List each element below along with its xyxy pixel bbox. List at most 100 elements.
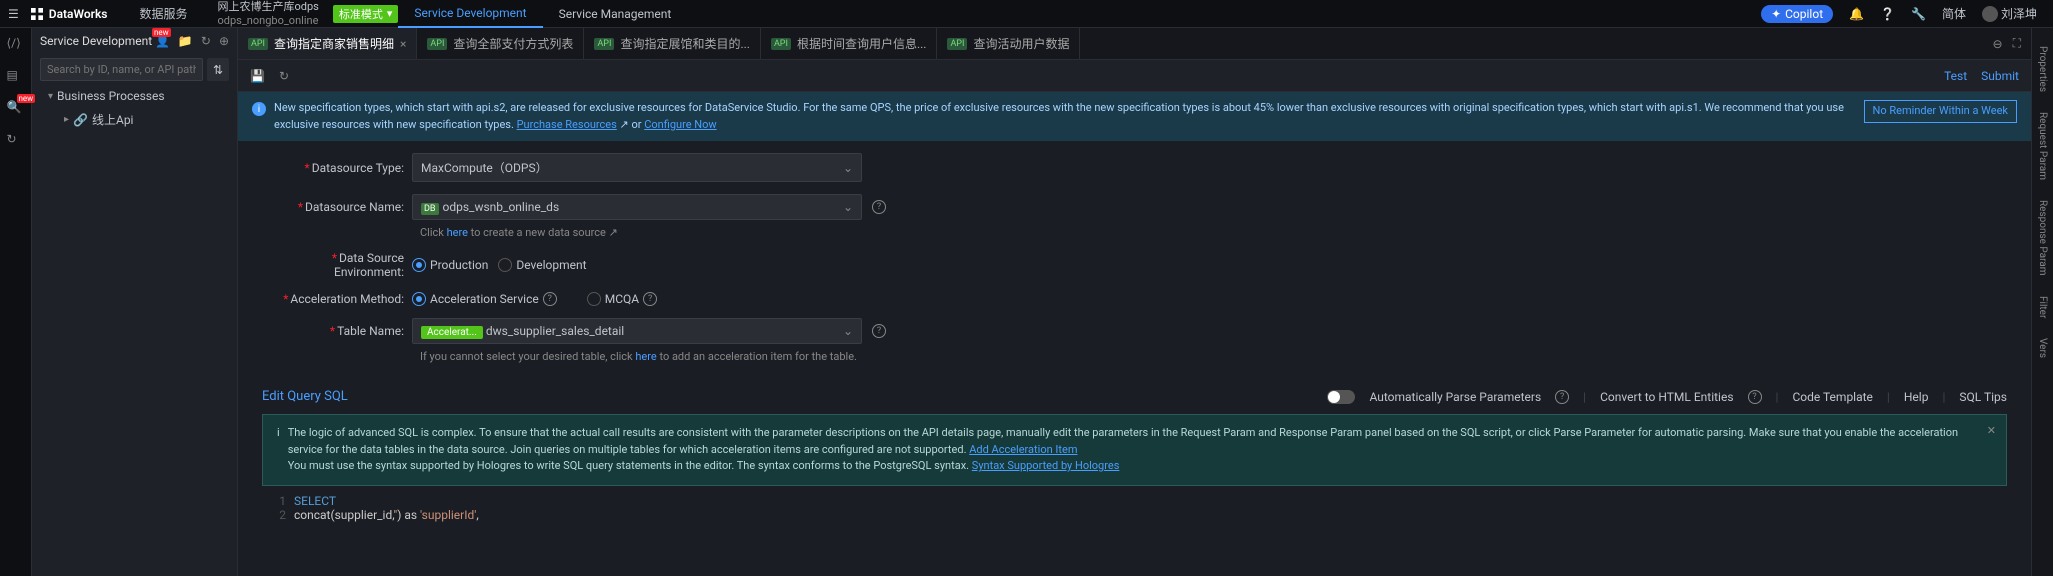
close-icon[interactable]: ✕ bbox=[1987, 423, 1996, 440]
tab-item[interactable]: API查询指定商家销售明细× bbox=[238, 28, 417, 59]
radio-acc-service[interactable]: Acceleration Service ? bbox=[412, 292, 557, 306]
copilot-button[interactable]: ✦ Copilot bbox=[1753, 5, 1841, 23]
rail-api-icon[interactable]: ⟨/⟩ bbox=[7, 36, 25, 54]
rail-list-icon[interactable]: ▤ bbox=[7, 68, 25, 86]
filter-icon[interactable]: ⇅ bbox=[207, 58, 229, 81]
no-reminder-button[interactable]: No Reminder Within a Week bbox=[1864, 100, 2017, 123]
sql-text: ) as bbox=[397, 508, 420, 522]
sidebar-search-input[interactable] bbox=[40, 58, 203, 81]
help-icon[interactable]: ? bbox=[543, 292, 557, 306]
auto-parse-toggle[interactable] bbox=[1327, 390, 1355, 404]
edit-sql-title: Edit Query SQL bbox=[262, 389, 348, 404]
radio-production[interactable]: Production bbox=[412, 258, 488, 272]
tbl-select[interactable]: Accelerat... dws_supplier_sales_detail⌄ bbox=[412, 318, 862, 344]
banner-message: New specification types, which start wit… bbox=[274, 100, 1856, 133]
add-acc-link[interactable]: here bbox=[635, 350, 656, 363]
help-icon[interactable]: ? bbox=[872, 324, 886, 338]
configure-link[interactable]: Configure Now bbox=[644, 118, 716, 131]
tbl-label: *Table Name: bbox=[262, 324, 412, 338]
ds-type-select[interactable]: MaxCompute（ODPS）⌄ bbox=[412, 153, 862, 182]
help-icon[interactable]: ? bbox=[872, 200, 886, 214]
rtab-request-param[interactable]: Request Param bbox=[2037, 104, 2048, 188]
test-link[interactable]: Test bbox=[1944, 69, 1967, 83]
locate-icon[interactable]: ⊕ bbox=[219, 34, 229, 48]
tab-minimize-icon[interactable]: ⊖ bbox=[1993, 37, 2003, 51]
tab-item[interactable]: API查询活动用户数据 bbox=[937, 28, 1080, 59]
tab-item[interactable]: API查询全部支付方式列表 bbox=[417, 28, 584, 59]
help-icon[interactable]: ? bbox=[1748, 390, 1762, 404]
ds-type-label: *Datasource Type: bbox=[262, 161, 412, 175]
project-selector[interactable]: 网上农博生产库odps odps_nongbo_online bbox=[204, 0, 333, 26]
tab-expand-icon[interactable]: ⛶ bbox=[2013, 36, 2021, 51]
refresh-icon[interactable]: ↻ bbox=[201, 34, 211, 48]
sql-string: 'supplierId' bbox=[420, 508, 476, 522]
tree-child-label: 线上Api bbox=[92, 111, 134, 128]
html-ent-label[interactable]: Convert to HTML Entities bbox=[1600, 390, 1733, 404]
tree-root-label: Business Processes bbox=[57, 89, 165, 103]
user-menu[interactable]: 刘泽坤 bbox=[1974, 5, 2045, 22]
syntax-link[interactable]: Syntax Supported by Hologres bbox=[972, 459, 1120, 472]
menu-icon[interactable]: ☰ bbox=[8, 7, 19, 21]
purchase-link[interactable]: Purchase Resources bbox=[517, 118, 617, 131]
new-badge: new bbox=[152, 28, 171, 37]
rtab-filter[interactable]: Filter bbox=[2037, 288, 2048, 326]
help-icon[interactable]: ? bbox=[643, 292, 657, 306]
ds-name-value: odps_wsnb_online_ds bbox=[443, 200, 560, 214]
db-icon: DB bbox=[421, 203, 439, 215]
project-code: odps_nongbo_online bbox=[218, 14, 319, 27]
tab-item[interactable]: API查询指定展馆和类目的... bbox=[584, 28, 761, 59]
lang-switch[interactable]: 简体 bbox=[1934, 5, 1974, 22]
help-link[interactable]: Help bbox=[1904, 390, 1929, 404]
ds-type-value: MaxCompute（ODPS） bbox=[421, 159, 548, 176]
rtab-properties[interactable]: Properties bbox=[2037, 38, 2048, 100]
rtab-response-param[interactable]: Response Param bbox=[2037, 192, 2048, 284]
add-acc-item-link[interactable]: Add Acceleration Item bbox=[969, 443, 1077, 456]
sql-editor[interactable]: 1SELECT 2 concat(supplier_id,'') as 'sup… bbox=[262, 494, 2007, 522]
tree-root-business[interactable]: ▾Business Processes bbox=[32, 85, 237, 107]
rtab-version[interactable]: Vers bbox=[2037, 330, 2048, 366]
env-mode-tag[interactable]: 标准模式 bbox=[333, 5, 399, 23]
tree-node-online-api[interactable]: ▸🔗 线上Api bbox=[32, 107, 237, 132]
ds-name-label: *Datasource Name: bbox=[262, 200, 412, 214]
brand-name: DataWorks bbox=[49, 7, 108, 21]
add-folder-icon[interactable]: 📁 bbox=[178, 34, 193, 48]
reload-icon[interactable]: ↻ bbox=[279, 69, 289, 83]
nav-service-mgmt[interactable]: Service Management bbox=[543, 0, 688, 28]
rail-history-icon[interactable]: ↻ bbox=[7, 132, 25, 150]
close-icon[interactable]: × bbox=[400, 37, 406, 51]
radio-mcqa-label: MCQA bbox=[605, 292, 639, 306]
ds-hint: Click here to create a new data source ↗ bbox=[420, 226, 2007, 239]
radio-development[interactable]: Development bbox=[498, 258, 586, 272]
tab-label: 根据时间查询用户信息... bbox=[797, 35, 927, 52]
tab-item[interactable]: API 根据时间查询用户信息... bbox=[761, 28, 938, 59]
nav-data-service[interactable]: 数据服务 bbox=[123, 0, 203, 28]
sql-tips-link[interactable]: SQL Tips bbox=[1959, 390, 2007, 404]
save-icon[interactable]: 💾 bbox=[250, 69, 265, 83]
code-tpl-link[interactable]: Code Template bbox=[1792, 390, 1872, 404]
help-icon[interactable]: ? bbox=[1555, 390, 1569, 404]
avatar bbox=[1982, 6, 1998, 22]
sql-keyword: SELECT bbox=[294, 494, 336, 508]
brand-logo[interactable]: DataWorks bbox=[29, 6, 108, 22]
tools-icon[interactable]: 🔧 bbox=[1903, 7, 1934, 21]
acc-label: *Acceleration Method: bbox=[262, 292, 412, 306]
sidebar-title: Service Development bbox=[40, 34, 152, 48]
tbl-hint: If you cannot select your desired table,… bbox=[420, 350, 2007, 363]
tab-label: 查询活动用户数据 bbox=[973, 35, 1069, 52]
project-name: 网上农博生产库odps bbox=[218, 0, 319, 13]
bell-icon[interactable]: 🔔 bbox=[1841, 7, 1872, 21]
rail-search-icon[interactable]: 🔍 bbox=[7, 100, 25, 118]
env-label: *Data Source Environment: bbox=[262, 251, 412, 280]
chevron-down-icon: ⌄ bbox=[843, 200, 853, 214]
submit-link[interactable]: Submit bbox=[1981, 69, 2019, 83]
api-icon: API bbox=[248, 38, 268, 50]
radio-prod-label: Production bbox=[430, 258, 488, 272]
ds-name-select[interactable]: DB odps_wsnb_online_ds ⌄ bbox=[412, 194, 862, 220]
help-icon[interactable]: ❔ bbox=[1872, 7, 1903, 21]
sql-banner-msg: The logic of advanced SQL is complex. To… bbox=[288, 425, 1992, 475]
sql-text: , bbox=[476, 508, 478, 522]
nav-service-dev[interactable]: Service Development bbox=[398, 0, 542, 28]
create-ds-link[interactable]: here bbox=[447, 226, 468, 239]
api-icon: API bbox=[771, 38, 791, 50]
radio-mcqa[interactable]: MCQA ? bbox=[587, 292, 657, 306]
